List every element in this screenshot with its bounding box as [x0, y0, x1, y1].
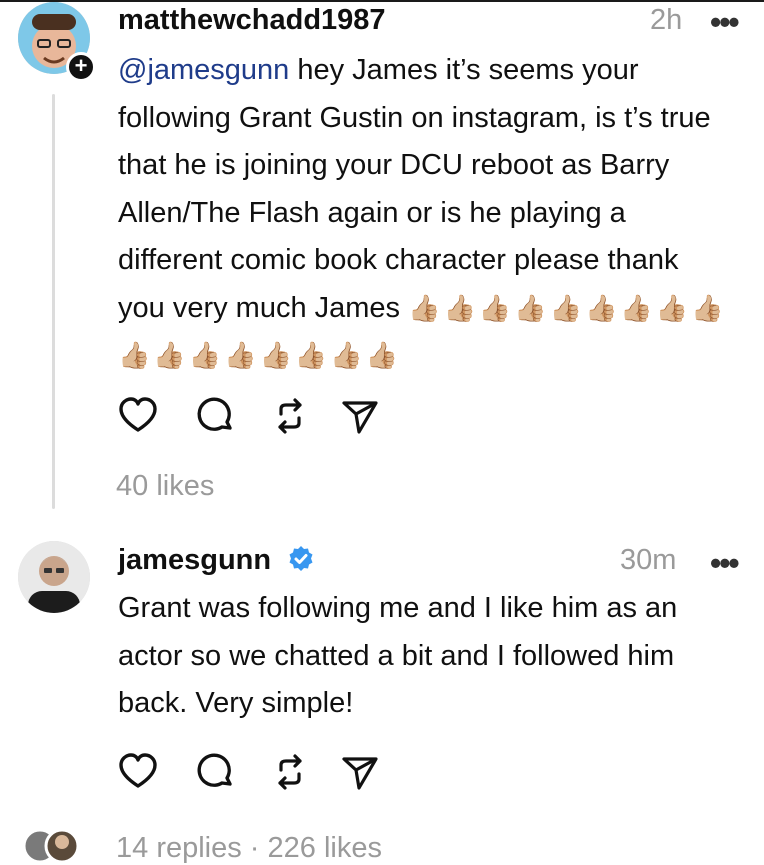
comment-icon[interactable] [196, 752, 236, 792]
post-line-2: following Grant Gustin on instagram, is … [118, 101, 711, 134]
thumbs-up-icon: 👍🏼 [188, 340, 222, 370]
thread-line [52, 94, 55, 509]
thumbs-up-icon: 👍🏼 [330, 340, 363, 370]
thumbs-up-icon: 👍🏼 [655, 292, 689, 323]
thumbs-up-icon: 👍🏼 [294, 340, 328, 370]
thumbs-up-icon: 👍🏼 [620, 292, 653, 323]
heart-icon[interactable] [118, 396, 158, 436]
avatar[interactable] [18, 541, 90, 613]
verified-badge-icon [289, 546, 313, 571]
post-line-4: Allen/The Flash again or is he playing a [118, 196, 626, 229]
reply-username[interactable]: jamesgunn [118, 544, 271, 577]
post-line-3: that he is joining your DCU reboot as Ba… [118, 149, 670, 181]
more-options-icon[interactable]: ••• [710, 6, 740, 38]
share-icon[interactable] [340, 396, 380, 436]
comment-icon[interactable] [196, 396, 236, 436]
thumbs-up-icon: 👍🏼 [224, 340, 257, 370]
heart-icon[interactable] [118, 752, 158, 792]
share-icon[interactable] [340, 752, 380, 792]
post-line-5: different comic book character please th… [118, 244, 679, 276]
mention-link[interactable]: @jamesgunn [118, 54, 289, 86]
avatar-image [18, 541, 90, 613]
thumbs-up-icon: 👍🏼 [443, 292, 476, 323]
thumbs-up-icon: 👍🏼 [118, 340, 151, 370]
repost-icon[interactable] [270, 752, 310, 792]
reply-line-1: Grant was following me and I like him as… [118, 592, 678, 624]
reply-line-2: actor so we chatted a bit and I followed… [118, 639, 675, 672]
repost-icon[interactable] [270, 396, 310, 436]
top-divider [0, 0, 764, 2]
more-options-icon[interactable]: ••• [710, 547, 740, 579]
replier-avatars[interactable] [22, 826, 82, 863]
post-body: @jamesgunn hey James it’s seems your fol… [118, 47, 758, 380]
thumbs-up-icon: 👍🏼 [259, 340, 292, 370]
thumbs-up-icon: 👍🏼 [478, 292, 512, 323]
thumbs-up-icon: 👍🏼 [691, 292, 724, 323]
post-username[interactable]: matthewchadd1987 [118, 4, 386, 37]
post-line-1: @jamesgunn hey James it’s seems your [118, 54, 639, 86]
follow-plus-icon[interactable]: + [66, 52, 96, 82]
thumbs-up-icon: 👍🏼 [584, 292, 618, 323]
reply-time: 30m [620, 544, 677, 576]
thumbs-up-icon: 👍🏼 [365, 340, 398, 370]
post-line-7: 👍🏼 👍🏼 👍🏼 👍🏼 👍🏼 👍🏼 👍🏼 👍🏼 [118, 332, 758, 380]
post-line-6: you very much James 👍🏼 👍🏼 👍🏼 👍🏼 👍🏼 👍🏼 👍🏼 👍🏼 👍🏼 [118, 285, 758, 333]
post-time: 2h [650, 4, 683, 36]
reply-body: Grant was following me and I like him as… [118, 585, 758, 728]
thumbs-up-icon: 👍🏼 [514, 292, 547, 323]
reply-line-3: back. Very simple! [118, 687, 354, 719]
thumbs-up-icon: 👍🏼 [408, 292, 441, 323]
thumbs-up-icon: 👍🏼 [549, 292, 582, 323]
replies-and-likes[interactable]: 14 replies · 226 likes [116, 832, 382, 865]
thumbs-up-icon: 👍🏼 [153, 340, 186, 370]
post-likes-count[interactable]: 40 likes [116, 470, 214, 503]
